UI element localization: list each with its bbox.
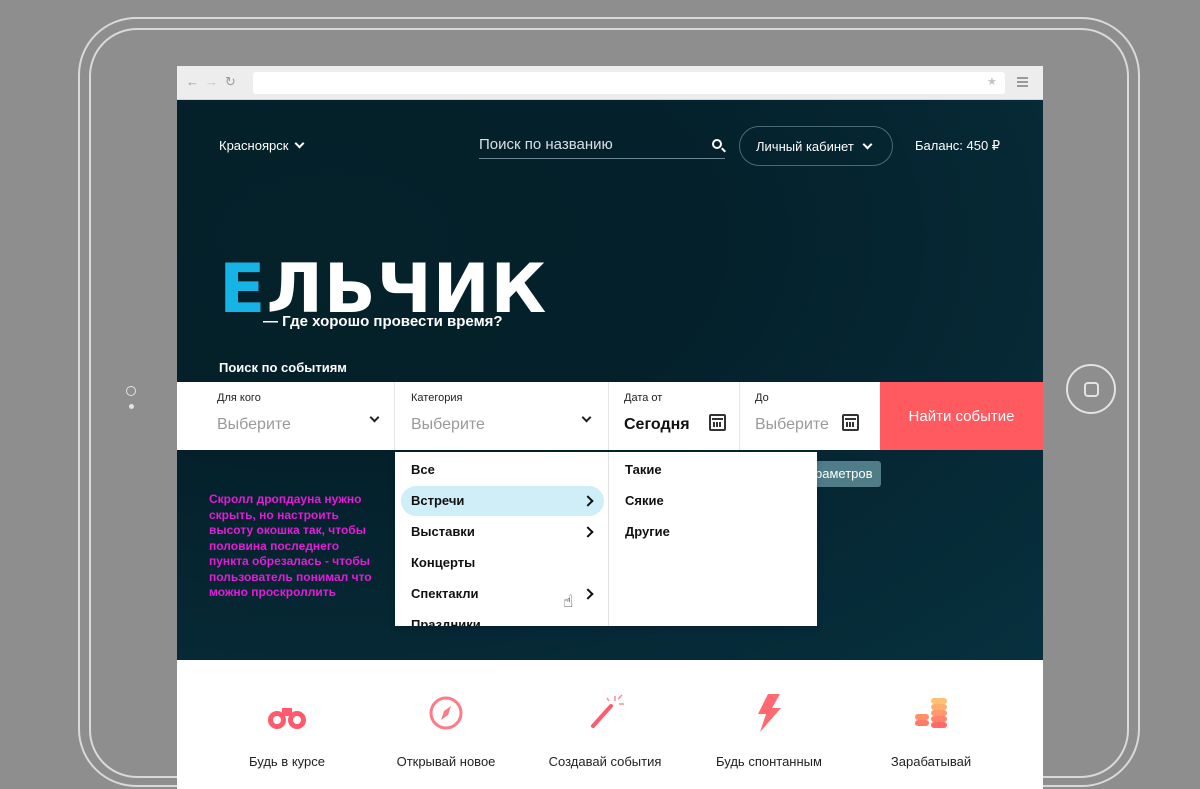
bookmark-star-icon[interactable]: ★ xyxy=(987,76,997,88)
city-selector[interactable]: Красноярск xyxy=(219,138,305,153)
calendar-icon[interactable] xyxy=(709,414,726,431)
chevron-down-icon xyxy=(862,139,873,149)
home-square-icon xyxy=(1084,382,1099,397)
subcategory-item[interactable]: Другие xyxy=(615,517,805,547)
category-label: Категория xyxy=(411,392,463,404)
designer-annotation: Скролл дропдауна нужно скрыть, но настро… xyxy=(209,492,372,599)
magic-wand-icon xyxy=(591,694,624,728)
category-item[interactable]: Праздники xyxy=(401,610,604,626)
date-to-picker[interactable]: До Выберите xyxy=(740,382,880,450)
for-whom-value: Выберите xyxy=(217,416,291,433)
feature-label: Открывай новое xyxy=(396,754,496,769)
chevron-right-icon xyxy=(582,495,594,507)
calendar-icon[interactable] xyxy=(842,414,859,431)
subcategory-item-label: Другие xyxy=(625,524,670,539)
chevron-right-icon xyxy=(582,526,594,538)
category-item[interactable]: Выставки xyxy=(401,517,604,547)
camera-dot xyxy=(129,404,134,409)
subcategory-item-label: Сякие xyxy=(625,493,664,508)
url-bar[interactable] xyxy=(253,72,1005,94)
camera-ring xyxy=(126,386,136,396)
date-to-value: Выберите xyxy=(755,416,829,433)
category-item-label: Спектакли xyxy=(411,586,479,601)
balance-text: Баланс: 450 ₽ xyxy=(915,138,1001,153)
subcategory-item[interactable]: Сякие xyxy=(615,486,805,516)
subcategory-item-label: Такие xyxy=(625,462,662,477)
forward-arrow-icon[interactable]: → xyxy=(205,75,218,89)
category-value: Выберите xyxy=(411,416,485,433)
binoculars-icon xyxy=(268,708,306,729)
chevron-down-icon xyxy=(294,138,305,149)
date-from-picker[interactable]: Дата от Сегодня xyxy=(609,382,740,450)
tagline: — Где хорошо провести время? xyxy=(263,313,503,330)
category-item-label: Встречи xyxy=(411,493,465,508)
feature-label: Зарабатывай xyxy=(890,754,972,769)
for-whom-label: Для кого xyxy=(217,392,261,404)
feature-stay-informed[interactable]: Будь в курсе xyxy=(217,660,357,789)
category-item-label: Концерты xyxy=(411,555,476,570)
city-label: Красноярск xyxy=(219,138,289,153)
account-button[interactable]: Личный кабинет xyxy=(739,126,893,166)
feature-label: Будь в курсе xyxy=(249,754,325,769)
category-item-label: Праздники xyxy=(411,617,481,626)
category-item[interactable]: Все xyxy=(401,455,604,485)
chevron-down-icon xyxy=(369,412,380,423)
category-item-label: Все xyxy=(411,462,435,477)
category-select[interactable]: Категория Выберите xyxy=(395,382,609,450)
category-item-active[interactable]: Встречи xyxy=(401,486,604,516)
logo-first-letter: Е xyxy=(219,250,267,329)
chevron-right-icon xyxy=(582,588,594,600)
chevron-down-icon xyxy=(581,412,592,423)
event-search-title: Поиск по событиям xyxy=(219,360,347,375)
find-event-button[interactable]: Найти событие xyxy=(880,382,1043,450)
compass-icon xyxy=(429,696,463,730)
date-from-label: Дата от xyxy=(624,392,663,404)
browser-toolbar: ← → ↻ ★ xyxy=(177,66,1043,100)
coins-icon xyxy=(915,698,947,728)
search-icon[interactable] xyxy=(712,139,722,149)
feature-earn[interactable]: Зарабатывай xyxy=(861,660,1001,789)
search-field[interactable] xyxy=(479,132,725,159)
features-section: Будь в курсе Открывай новое Создавай соб… xyxy=(177,660,1043,789)
category-item-label: Выставки xyxy=(411,524,475,539)
category-item[interactable]: Концерты xyxy=(401,548,604,578)
feature-label: Создавай события xyxy=(548,754,662,769)
category-list: Все Встречи Выставки Концерты Спектакли … xyxy=(395,452,609,626)
reload-icon[interactable]: ↻ xyxy=(225,75,236,89)
date-from-value: Сегодня xyxy=(624,416,690,433)
lightning-icon xyxy=(758,694,781,732)
date-to-label: До xyxy=(755,392,769,404)
feature-label: Будь спонтанным xyxy=(716,754,822,769)
hamburger-menu-icon[interactable] xyxy=(1017,77,1028,89)
for-whom-select[interactable]: Для кого Выберите xyxy=(177,382,395,450)
browser-window: ← → ↻ ★ Красноярск Личный кабинет Баланс… xyxy=(177,66,1043,789)
category-dropdown: Все Встречи Выставки Концерты Спектакли … xyxy=(395,452,817,626)
feature-create-events[interactable]: Создавай события xyxy=(535,660,675,789)
hero-section: Красноярск Личный кабинет Баланс: 450 ₽ … xyxy=(177,100,1043,660)
feature-discover-new[interactable]: Открывай новое xyxy=(376,660,516,789)
search-input[interactable] xyxy=(479,132,699,156)
back-arrow-icon[interactable]: ← xyxy=(186,75,199,89)
hand-cursor-icon: ☝ xyxy=(563,592,574,611)
category-item[interactable]: Спектакли xyxy=(401,579,604,609)
subcategory-item[interactable]: Такие xyxy=(615,455,805,485)
home-button[interactable] xyxy=(1066,364,1116,414)
account-label: Личный кабинет xyxy=(756,138,854,154)
feature-be-spontaneous[interactable]: Будь спонтанным xyxy=(699,660,839,789)
